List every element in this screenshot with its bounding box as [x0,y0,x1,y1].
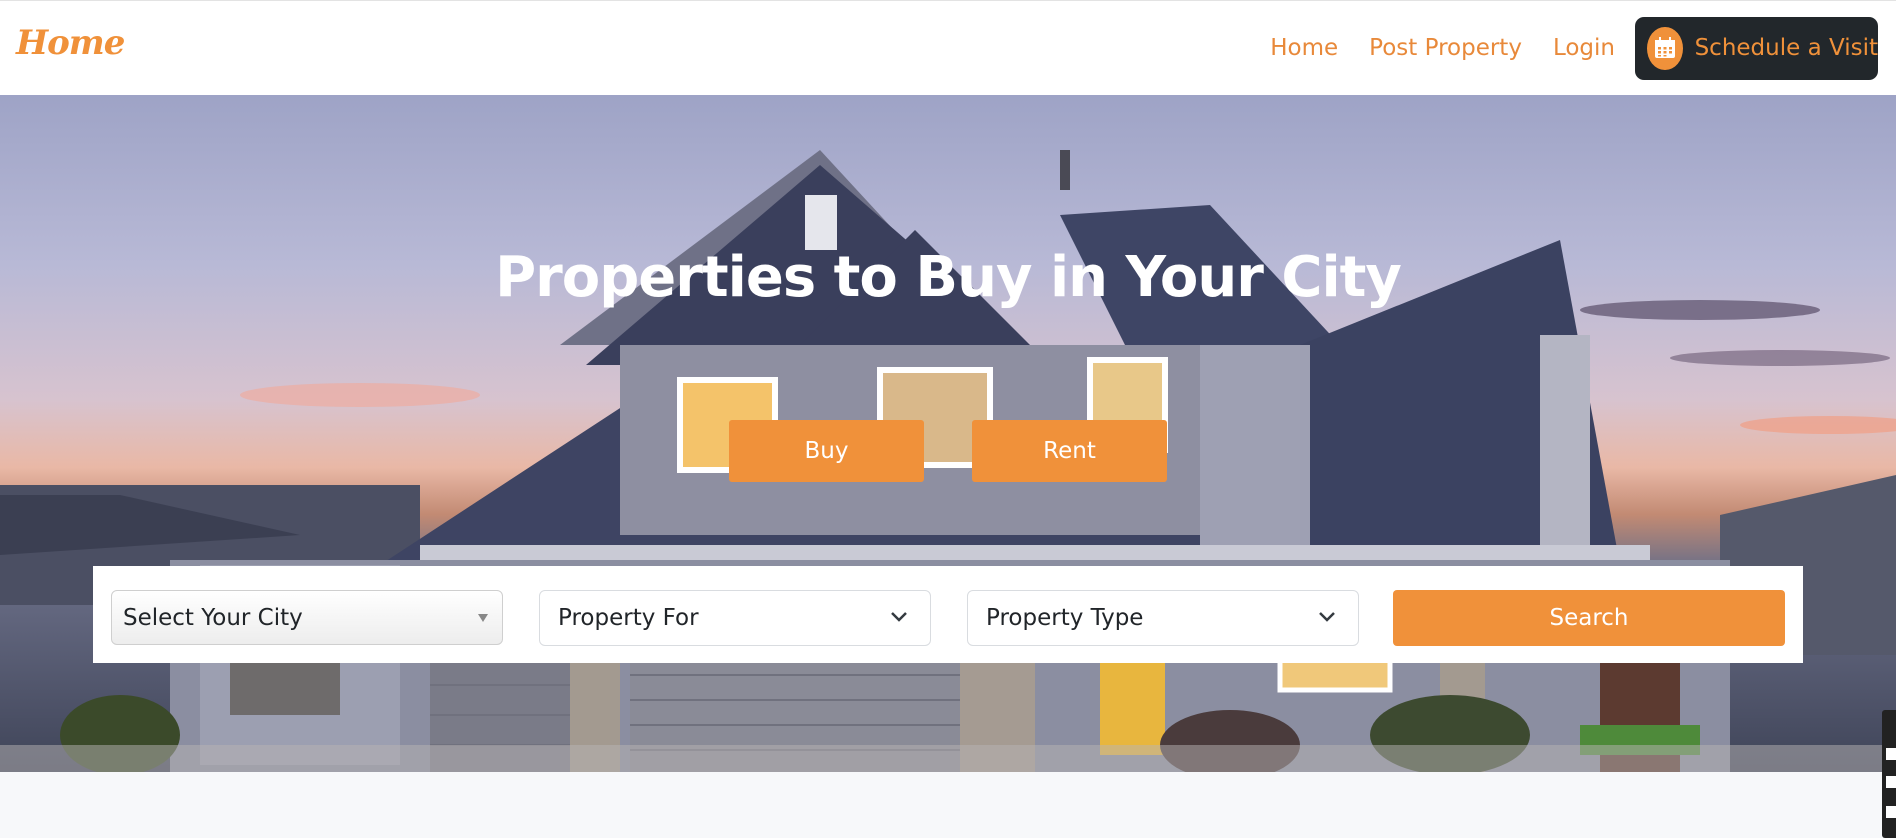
top-navbar: Home Home Post Property Login Schedule a… [0,0,1896,95]
property-for-select[interactable]: Property For [539,590,931,646]
page-content-area [0,772,1896,838]
search-button[interactable]: Search [1393,590,1785,646]
buy-button[interactable]: Buy [729,420,924,482]
hero-title: Properties to Buy in Your City [495,245,1402,310]
toolbar-checkbox-icon[interactable] [1886,748,1896,760]
side-toolbar-widget[interactable] [1882,710,1896,838]
property-for-select-value: Property For [558,605,699,631]
property-type-select-value: Property Type [986,605,1144,631]
city-select[interactable]: Select Your City [111,590,503,645]
property-search-panel: Select Your City Property For Property T… [93,566,1803,663]
nav-link-home[interactable]: Home [1270,35,1338,61]
chevron-down-icon [891,612,907,622]
schedule-visit-button[interactable]: Schedule a Visit [1635,16,1878,80]
brand-logo[interactable]: Home [16,23,125,63]
hero-background-image [0,150,1896,772]
toolbar-square-icon[interactable] [1886,806,1896,818]
nav-link-post-property[interactable]: Post Property [1369,35,1522,61]
calendar-icon [1647,26,1683,70]
hero-banner: Properties to Buy in Your City Buy Rent [0,95,1896,772]
schedule-visit-label: Schedule a Visit [1694,35,1878,61]
property-type-select[interactable]: Property Type [967,590,1359,646]
chevron-down-icon [1319,612,1335,622]
nav-menu: Home Post Property Login Schedule a Visi… [1270,16,1878,80]
nav-link-login[interactable]: Login [1553,35,1615,61]
toolbar-square-icon[interactable] [1886,776,1896,788]
rent-button[interactable]: Rent [972,420,1167,482]
city-select-value: Select Your City [123,604,303,631]
caret-down-icon [478,613,488,622]
